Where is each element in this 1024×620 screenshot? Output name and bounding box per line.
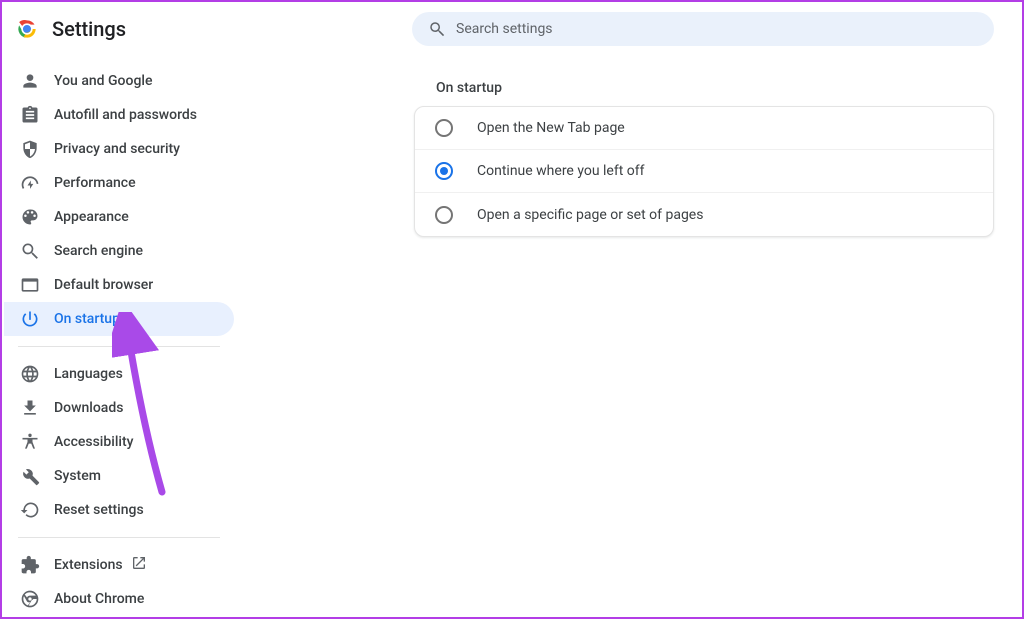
sidebar-item-label: Privacy and security [54, 141, 180, 157]
sidebar-separator [18, 537, 220, 538]
sidebar-item-performance[interactable]: Performance [4, 166, 234, 200]
power-icon [20, 309, 40, 329]
shield-icon [20, 139, 40, 159]
sidebar-item-label: Downloads [54, 400, 123, 416]
sidebar-item-accessibility[interactable]: Accessibility [4, 425, 234, 459]
open-in-new-icon [131, 555, 147, 575]
browser-icon [20, 275, 40, 295]
sidebar-item-you-and-google[interactable]: You and Google [4, 64, 234, 98]
sidebar-item-label: On startup [54, 311, 120, 327]
radio-icon [435, 162, 453, 180]
sidebar-item-downloads[interactable]: Downloads [4, 391, 234, 425]
option-specific-pages[interactable]: Open a specific page or set of pages [415, 193, 993, 236]
option-label: Continue where you left off [477, 163, 645, 179]
search-input[interactable] [456, 21, 978, 37]
search-icon [20, 241, 40, 261]
sidebar-item-label: System [54, 468, 101, 484]
page-title: Settings [52, 17, 126, 41]
sidebar-separator [18, 346, 220, 347]
main-content: On startup Open the New Tab page Continu… [414, 72, 994, 237]
sidebar-item-languages[interactable]: Languages [4, 357, 234, 391]
sidebar-item-reset[interactable]: Reset settings [4, 493, 234, 527]
reset-icon [20, 500, 40, 520]
sidebar-item-label: Search engine [54, 243, 143, 259]
extension-icon [20, 555, 40, 575]
palette-icon [20, 207, 40, 227]
globe-icon [20, 364, 40, 384]
sidebar-item-label: Languages [54, 366, 123, 382]
section-title: On startup [436, 80, 994, 96]
download-icon [20, 398, 40, 418]
sidebar-item-label: Reset settings [54, 502, 144, 518]
radio-icon [435, 206, 453, 224]
sidebar-item-label: About Chrome [54, 591, 144, 607]
sidebar-item-label: Default browser [54, 277, 153, 293]
sidebar-item-extensions[interactable]: Extensions [4, 548, 234, 582]
option-label: Open the New Tab page [477, 120, 625, 136]
accessibility-icon [20, 432, 40, 452]
sidebar-item-autofill[interactable]: Autofill and passwords [4, 98, 234, 132]
option-new-tab[interactable]: Open the New Tab page [415, 107, 993, 150]
search-icon [428, 20, 446, 38]
search-settings-field[interactable] [412, 12, 994, 46]
option-label: Open a specific page or set of pages [477, 207, 703, 223]
clipboard-icon [20, 105, 40, 125]
sidebar-item-search-engine[interactable]: Search engine [4, 234, 234, 268]
sidebar-item-privacy[interactable]: Privacy and security [4, 132, 234, 166]
sidebar-item-default-browser[interactable]: Default browser [4, 268, 234, 302]
sidebar-item-system[interactable]: System [4, 459, 234, 493]
header-bar: Settings [2, 2, 1022, 52]
sidebar-item-label: Performance [54, 175, 136, 191]
sidebar-item-label: You and Google [54, 73, 152, 89]
option-continue[interactable]: Continue where you left off [415, 150, 993, 193]
radio-icon [435, 119, 453, 137]
sidebar-item-label: Autofill and passwords [54, 107, 197, 123]
sidebar-item-appearance[interactable]: Appearance [4, 200, 234, 234]
sidebar-item-label: Appearance [54, 209, 129, 225]
sidebar-item-label: Accessibility [54, 434, 133, 450]
on-startup-card: Open the New Tab page Continue where you… [414, 106, 994, 237]
wrench-icon [20, 466, 40, 486]
sidebar-item-label: Extensions [54, 557, 123, 573]
speedometer-icon [20, 173, 40, 193]
sidebar-item-about-chrome[interactable]: About Chrome [4, 582, 234, 616]
person-icon [20, 71, 40, 91]
sidebar-item-on-startup[interactable]: On startup [4, 302, 234, 336]
chrome-outline-icon [20, 589, 40, 609]
chrome-logo-icon [14, 16, 40, 42]
settings-sidebar: You and Google Autofill and passwords Pr… [4, 60, 234, 620]
